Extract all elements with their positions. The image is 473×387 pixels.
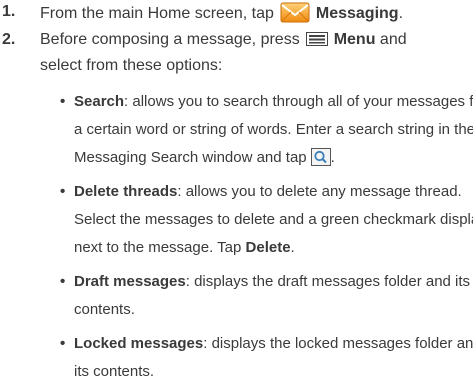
delete-label: Delete	[245, 239, 291, 256]
messaging-icon	[280, 0, 310, 24]
bullet-dot: •	[60, 93, 66, 110]
step-text: Before composing a message, press Menu a…	[40, 28, 407, 52]
option-line: Messaging Search window and tap .	[74, 146, 335, 170]
option-text: Messaging Search window and tap	[74, 149, 307, 166]
option-text: : allows you to delete any message threa…	[177, 183, 462, 200]
option-text: next to the message. Tap	[74, 239, 242, 256]
option-text: : displays the draft messages folder and…	[185, 273, 471, 290]
option-text: : allows you to search through all of yo…	[124, 93, 473, 110]
instruction-document: 1. From the main Home screen, tap Messag…	[0, 0, 473, 387]
step-text-before: From the main Home screen, tap	[40, 5, 274, 22]
option-text: : displays the locked messages folder an…	[203, 335, 473, 352]
menu-label: Menu	[333, 31, 376, 48]
step-text-tail: .	[398, 5, 404, 22]
step-number: 1.	[2, 3, 16, 20]
option-line: contents.	[74, 301, 135, 318]
option-term: Delete threads	[74, 183, 178, 200]
step-text-before: Before composing a message, press	[40, 31, 300, 48]
option-text: .	[330, 149, 335, 166]
option-term: Search	[74, 93, 125, 110]
bullet-dot: •	[60, 273, 66, 290]
option-line: Delete threads: allows you to delete any…	[74, 180, 462, 204]
step-2-continuation: select from these options:	[40, 57, 223, 74]
option-line: Locked messages: displays the locked mes…	[74, 332, 473, 356]
option-line: Search: allows you to search through all…	[74, 90, 473, 114]
bullet-dot: •	[60, 183, 66, 200]
option-line: Select the messages to delete and a gree…	[74, 211, 473, 228]
menu-icon	[305, 30, 328, 46]
bullet-dot: •	[60, 335, 66, 352]
step-text: From the main Home screen, tap Messaging…	[40, 0, 403, 26]
option-line: next to the message. Tap Delete.	[74, 236, 295, 260]
option-text: .	[290, 239, 295, 256]
option-term: Draft messages	[74, 273, 186, 290]
option-term: Locked messages	[74, 335, 204, 352]
option-line: its contents.	[74, 363, 155, 380]
step-text-after: and	[379, 31, 407, 48]
option-line: a certain word or string of words. Enter…	[74, 121, 473, 138]
step-number: 2.	[2, 31, 16, 48]
option-line: Draft messages: displays the draft messa…	[74, 270, 470, 294]
messaging-label: Messaging	[315, 5, 399, 22]
search-icon	[310, 148, 331, 166]
